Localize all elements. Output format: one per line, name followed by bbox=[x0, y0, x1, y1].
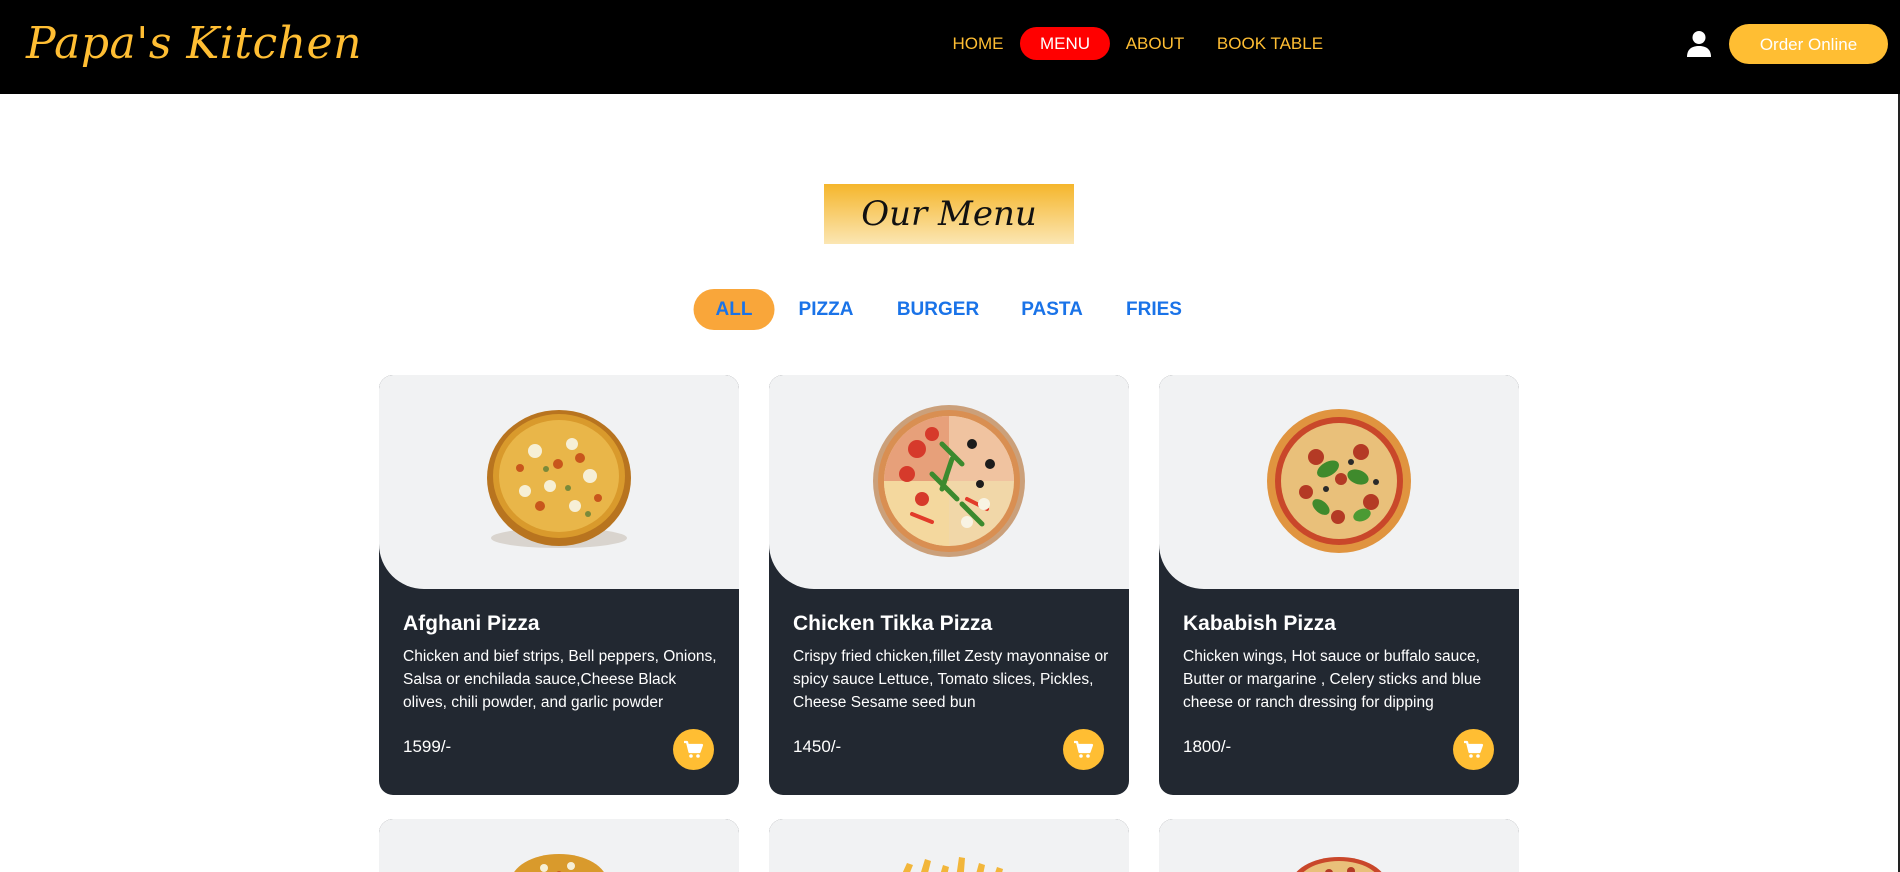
kababish-pizza-image bbox=[1267, 409, 1411, 553]
section-heading: Our Menu bbox=[824, 184, 1074, 244]
filter-pizza[interactable]: PIZZA bbox=[777, 289, 876, 330]
add-to-cart-button[interactable] bbox=[1063, 729, 1104, 770]
filter-pasta[interactable]: PASTA bbox=[999, 289, 1105, 330]
menu-card bbox=[379, 819, 739, 872]
card-image-area bbox=[769, 375, 1129, 589]
menu-card: Afghani Pizza Chicken and bief strips, B… bbox=[379, 375, 739, 795]
add-to-cart-button[interactable] bbox=[1453, 729, 1494, 770]
filter-fries[interactable]: FRIES bbox=[1104, 289, 1204, 330]
brand-logo[interactable]: Papa's Kitchen bbox=[26, 14, 362, 74]
filter-burger[interactable]: BURGER bbox=[875, 289, 1001, 330]
navbar: Papa's Kitchen HOME MENU ABOUT BOOK TABL… bbox=[0, 0, 1900, 94]
card-description: Chicken wings, Hot sauce or buffalo sauc… bbox=[1183, 648, 1482, 711]
card-title: Kababish Pizza bbox=[1183, 612, 1336, 635]
chicken-tikka-pizza-image bbox=[873, 405, 1025, 557]
card-price: 1599/- bbox=[403, 737, 452, 756]
add-to-cart-button[interactable] bbox=[673, 729, 714, 770]
cart-icon bbox=[684, 740, 704, 758]
nav-home[interactable]: HOME bbox=[933, 27, 1024, 60]
menu-card bbox=[769, 819, 1129, 872]
card-image-area bbox=[1159, 819, 1519, 872]
menu-card: Chicken Tikka Pizza Crispy fried chicken… bbox=[769, 375, 1129, 795]
nav-menu[interactable]: MENU bbox=[1019, 27, 1111, 60]
card-image-area bbox=[379, 375, 739, 589]
filter-all[interactable]: ALL bbox=[693, 289, 775, 330]
card-image-area bbox=[379, 819, 739, 872]
card-description: Chicken and bief strips, Bell peppers, O… bbox=[403, 648, 717, 711]
nav-about[interactable]: ABOUT bbox=[1106, 27, 1205, 60]
afghani-pizza-image bbox=[487, 410, 631, 548]
pizza-image bbox=[514, 854, 604, 872]
order-online-button[interactable]: Order Online bbox=[1729, 24, 1888, 64]
card-description: Crispy fried chicken,fillet Zesty mayonn… bbox=[793, 648, 1109, 711]
page: Papa's Kitchen HOME MENU ABOUT BOOK TABL… bbox=[0, 0, 1900, 872]
cart-icon bbox=[1464, 740, 1484, 758]
user-icon[interactable] bbox=[1686, 30, 1712, 58]
fries-image bbox=[902, 857, 1003, 872]
card-title: Chicken Tikka Pizza bbox=[793, 612, 993, 635]
pizza-image bbox=[1296, 857, 1382, 872]
card-price: 1800/- bbox=[1183, 737, 1232, 756]
nav-book-table[interactable]: BOOK TABLE bbox=[1197, 27, 1343, 60]
card-image-area bbox=[769, 819, 1129, 872]
card-price: 1450/- bbox=[793, 737, 842, 756]
menu-card bbox=[1159, 819, 1519, 872]
menu-card: Kababish Pizza Chicken wings, Hot sauce … bbox=[1159, 375, 1519, 795]
cart-icon bbox=[1074, 740, 1094, 758]
card-title: Afghani Pizza bbox=[403, 612, 540, 635]
card-image-area bbox=[1159, 375, 1519, 589]
